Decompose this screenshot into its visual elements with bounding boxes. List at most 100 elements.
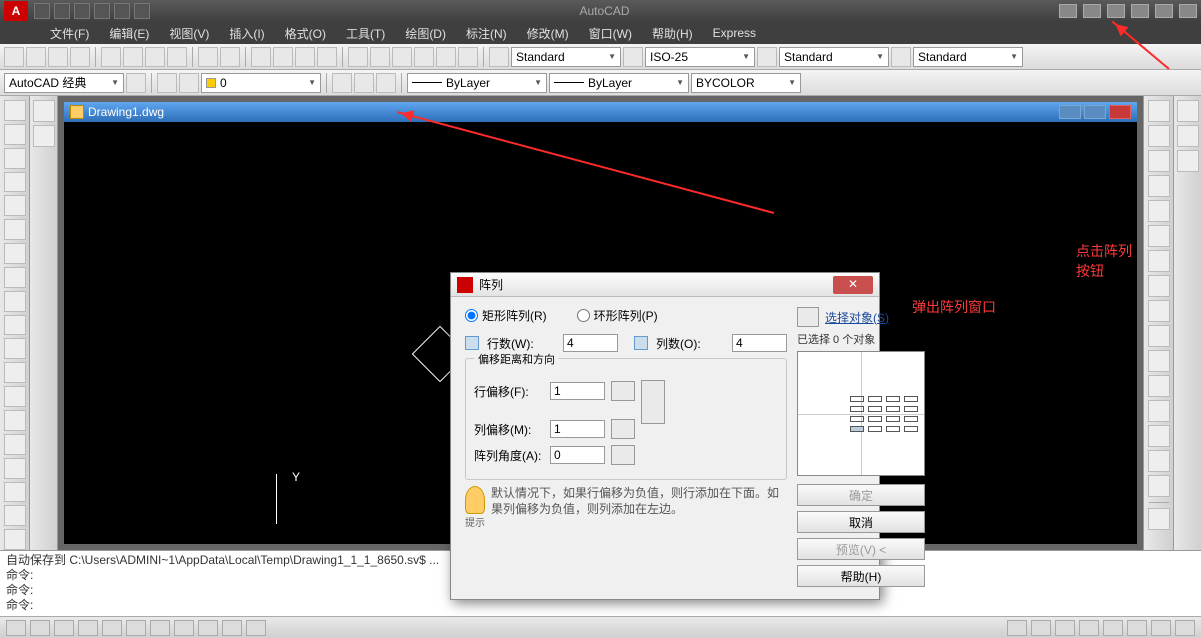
- tb-new-icon[interactable]: [4, 47, 24, 67]
- array-icon[interactable]: [1148, 200, 1170, 222]
- gradient-icon[interactable]: [4, 458, 26, 479]
- circle-icon[interactable]: [4, 243, 26, 264]
- zoom2-icon[interactable]: [1177, 125, 1199, 147]
- menu-window[interactable]: 窗口(W): [579, 22, 642, 45]
- sb-otrack-icon[interactable]: [150, 620, 170, 636]
- tb-layeriso-icon[interactable]: [332, 73, 352, 93]
- polyline-icon[interactable]: [4, 148, 26, 169]
- tb-save-icon[interactable]: [48, 47, 68, 67]
- app-logo[interactable]: A: [4, 1, 28, 21]
- insert-icon[interactable]: [4, 362, 26, 383]
- table-icon[interactable]: [4, 505, 26, 526]
- qat-save-icon[interactable]: [74, 3, 90, 19]
- trim-icon[interactable]: [1148, 325, 1170, 347]
- drawing-canvas[interactable]: Drawing1.dwg Y 弹出阵列窗口 点击阵列按钮 阵列 ✕: [64, 102, 1137, 544]
- qat-new-icon[interactable]: [34, 3, 50, 19]
- color-combo[interactable]: BYCOLOR: [691, 73, 801, 93]
- tb-plot-icon[interactable]: [70, 47, 90, 67]
- restore-icon[interactable]: [1155, 4, 1173, 18]
- sb-tpy-icon[interactable]: [246, 620, 266, 636]
- line-icon[interactable]: [4, 100, 26, 121]
- menu-express[interactable]: Express: [703, 23, 766, 43]
- help-button[interactable]: 帮助(H): [797, 565, 925, 587]
- cols-input[interactable]: [732, 334, 787, 352]
- revcloud-icon[interactable]: [4, 267, 26, 288]
- tb-pan-icon[interactable]: [251, 47, 271, 67]
- select-objects-link[interactable]: 选择对象(S): [825, 309, 889, 326]
- tb-designcenter-icon[interactable]: [370, 47, 390, 67]
- menu-insert[interactable]: 插入(I): [219, 22, 274, 45]
- tb-ws-settings-icon[interactable]: [126, 73, 146, 93]
- tb-undo-icon[interactable]: [198, 47, 218, 67]
- linetype-combo[interactable]: ByLayer: [407, 73, 547, 93]
- angle-input[interactable]: [550, 446, 605, 464]
- tb-cut-icon[interactable]: [101, 47, 121, 67]
- sb-annoscale-icon[interactable]: [1055, 620, 1075, 636]
- menu-format[interactable]: 格式(O): [275, 22, 336, 45]
- fillet-icon[interactable]: [1148, 450, 1170, 472]
- move-icon[interactable]: [1148, 225, 1170, 247]
- menu-tools[interactable]: 工具(T): [336, 22, 395, 45]
- ml-style-combo[interactable]: Standard: [913, 47, 1023, 67]
- rotate-icon[interactable]: [1148, 250, 1170, 272]
- preview-button[interactable]: 预览(V) <: [797, 538, 925, 560]
- sb-ortho-icon[interactable]: [54, 620, 74, 636]
- text-style-combo[interactable]: Standard: [511, 47, 621, 67]
- arc-icon[interactable]: [4, 219, 26, 240]
- join-icon[interactable]: [1148, 400, 1170, 422]
- sb-dyn-icon[interactable]: [198, 620, 218, 636]
- dwg-max-icon[interactable]: [1084, 105, 1106, 119]
- tb-textstyle-icon[interactable]: [489, 47, 509, 67]
- sb-model-icon[interactable]: [1007, 620, 1027, 636]
- offset-icon[interactable]: [1148, 175, 1170, 197]
- pick-both-offset-button[interactable]: [641, 380, 665, 424]
- chamfer-icon[interactable]: [1148, 425, 1170, 447]
- menu-file[interactable]: 文件(F): [40, 22, 99, 45]
- measure-icon[interactable]: [33, 100, 55, 122]
- mtext-icon[interactable]: [4, 529, 26, 550]
- dwg-close-icon[interactable]: [1109, 105, 1131, 119]
- tb-markup-icon[interactable]: [436, 47, 456, 67]
- sb-grid-icon[interactable]: [30, 620, 50, 636]
- pick-col-offset-button[interactable]: [611, 419, 635, 439]
- extend-icon[interactable]: [1148, 350, 1170, 372]
- qat-undo-icon[interactable]: [114, 3, 130, 19]
- pan2-icon[interactable]: [1177, 100, 1199, 122]
- tb-open-icon[interactable]: [26, 47, 46, 67]
- close-icon[interactable]: [1179, 4, 1197, 18]
- tb-layerfreeze-icon[interactable]: [354, 73, 374, 93]
- rect-array-radio[interactable]: 矩形阵列(R): [465, 307, 547, 324]
- sb-snap-icon[interactable]: [6, 620, 26, 636]
- tb-zoom-prev-icon[interactable]: [317, 47, 337, 67]
- layer-combo[interactable]: 0: [201, 73, 321, 93]
- pick-angle-button[interactable]: [611, 445, 635, 465]
- sb-clean-icon[interactable]: [1175, 620, 1195, 636]
- tb-toolpalette-icon[interactable]: [392, 47, 412, 67]
- sb-lock-icon[interactable]: [1103, 620, 1123, 636]
- sb-3dosnap-icon[interactable]: [126, 620, 146, 636]
- polygon-icon[interactable]: [4, 172, 26, 193]
- tb-zoom-window-icon[interactable]: [295, 47, 315, 67]
- stretch-icon[interactable]: [1148, 300, 1170, 322]
- mirror-icon[interactable]: [1148, 150, 1170, 172]
- sb-osnap-icon[interactable]: [102, 620, 122, 636]
- sb-ducs-icon[interactable]: [174, 620, 194, 636]
- scale-icon[interactable]: [1148, 275, 1170, 297]
- tb-layerstate-icon[interactable]: [179, 73, 199, 93]
- copy2-icon[interactable]: [1148, 125, 1170, 147]
- menu-help[interactable]: 帮助(H): [642, 22, 703, 45]
- ok-button[interactable]: 确定: [797, 484, 925, 506]
- dialog-close-button[interactable]: ✕: [833, 276, 873, 294]
- tb-layermanager-icon[interactable]: [157, 73, 177, 93]
- rows-input[interactable]: [563, 334, 618, 352]
- search-icon[interactable]: [1059, 4, 1077, 18]
- tb-paste-icon[interactable]: [145, 47, 165, 67]
- explode-icon[interactable]: [1148, 475, 1170, 497]
- sb-layout-icon[interactable]: [1031, 620, 1051, 636]
- break-icon[interactable]: [1148, 375, 1170, 397]
- orbit-icon[interactable]: [1177, 150, 1199, 172]
- col-offset-input[interactable]: [550, 420, 605, 438]
- workspace-combo[interactable]: AutoCAD 经典: [4, 73, 124, 93]
- tb-zoom-icon[interactable]: [273, 47, 293, 67]
- tb-sheetset-icon[interactable]: [414, 47, 434, 67]
